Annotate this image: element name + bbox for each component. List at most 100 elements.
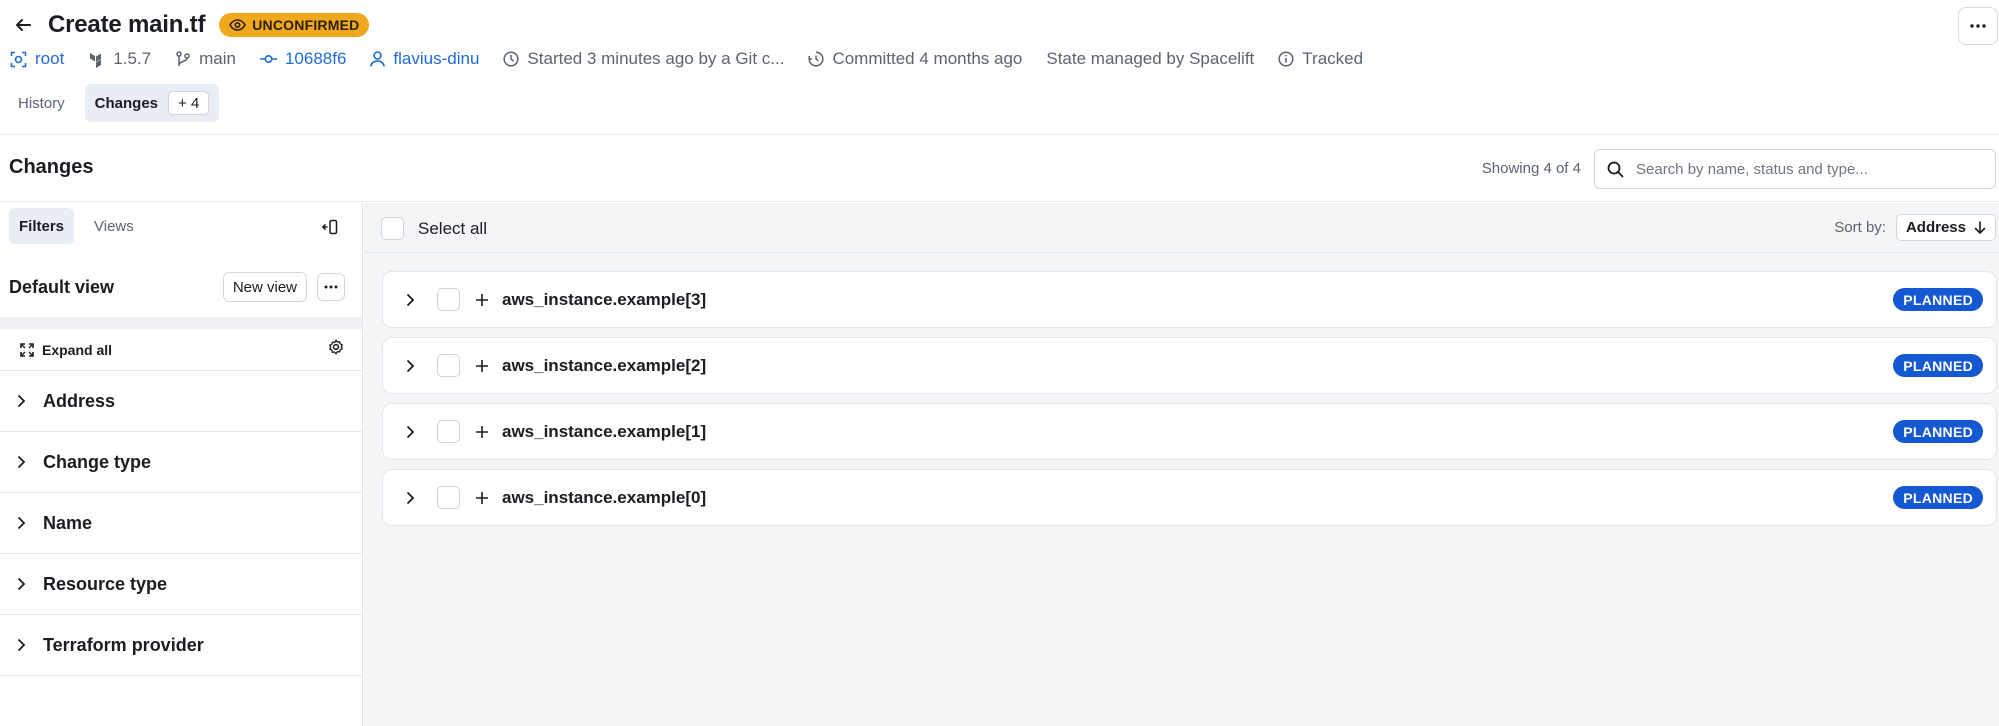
resource-row[interactable]: aws_instance.example[1] PLANNED xyxy=(382,403,1997,460)
status-badge-label: UNCONFIRMED xyxy=(252,17,360,33)
filter-label: Address xyxy=(43,390,116,411)
user-name: flavius-dinu xyxy=(393,49,480,68)
run-tabs: History Changes + 4 xyxy=(8,84,220,122)
chevron-right-icon[interactable] xyxy=(403,293,417,307)
resource-address: aws_instance.example[2] xyxy=(502,355,707,375)
chevron-right-icon xyxy=(17,516,26,530)
resource-row[interactable]: aws_instance.example[2] PLANNED xyxy=(382,337,1997,394)
tab-changes[interactable]: Changes + 4 xyxy=(84,84,220,122)
status-badge: PLANNED xyxy=(1893,420,1983,443)
view-options-button[interactable] xyxy=(317,273,345,301)
stack-name: root xyxy=(35,49,65,68)
more-actions-button[interactable] xyxy=(1958,7,1998,45)
tracked-text: Tracked xyxy=(1302,49,1364,68)
filter-label: Name xyxy=(43,512,93,533)
plus-icon xyxy=(474,424,490,440)
tab-history[interactable]: History xyxy=(8,84,75,122)
sort-value: Address xyxy=(1905,219,1966,236)
resource-address: aws_instance.example[1] xyxy=(502,421,707,441)
resource-rows: aws_instance.example[3] PLANNED aws_inst… xyxy=(382,271,1997,535)
more-icon xyxy=(1970,24,1986,28)
commit-link[interactable]: 10688f6 xyxy=(259,49,347,69)
filter-change-type[interactable]: Change type xyxy=(0,432,362,493)
status-badge: PLANNED xyxy=(1893,354,1983,377)
new-view-button[interactable]: New view xyxy=(222,272,307,302)
expand-all-label: Expand all xyxy=(42,341,113,358)
section-title: Changes xyxy=(9,156,94,178)
info-icon xyxy=(1278,51,1294,67)
search-box[interactable] xyxy=(1594,149,1996,189)
sort-button[interactable]: Address xyxy=(1895,214,1996,241)
resource-row[interactable]: aws_instance.example[0] PLANNED xyxy=(382,469,1997,526)
terraform-version: 1.5.7 xyxy=(88,49,151,69)
chevron-right-icon[interactable] xyxy=(403,359,417,373)
results-count: Showing 4 of 4 xyxy=(1481,160,1581,177)
filter-name[interactable]: Name xyxy=(0,493,362,554)
select-all-label: Select all xyxy=(418,218,487,238)
changes-section-header: Changes Showing 4 of 4 xyxy=(0,136,1999,202)
view-row: Default view New view xyxy=(9,271,345,303)
collapse-sidebar-icon[interactable] xyxy=(320,217,340,237)
state-text: State managed by Spacelift xyxy=(1046,49,1255,68)
tab-changes-label: Changes xyxy=(94,94,159,112)
divider xyxy=(0,317,362,329)
eye-icon xyxy=(229,19,247,31)
tab-views[interactable]: Views xyxy=(84,208,144,244)
arrow-down-icon xyxy=(1974,220,1986,234)
row-checkbox[interactable] xyxy=(437,420,460,443)
chevron-right-icon xyxy=(17,455,26,469)
expand-icon xyxy=(20,342,34,357)
select-all[interactable]: Select all xyxy=(381,217,487,240)
select-all-checkbox[interactable] xyxy=(381,217,404,240)
user-icon xyxy=(370,51,386,67)
filter-address[interactable]: Address xyxy=(0,371,362,432)
title-row: Create main.tf UNCONFIRMED xyxy=(12,10,370,40)
chevron-right-icon xyxy=(17,577,26,591)
history-icon xyxy=(808,51,824,67)
expand-all-row: Expand all xyxy=(0,329,362,371)
chevron-right-icon[interactable] xyxy=(403,425,417,439)
current-view-name: Default view xyxy=(9,276,115,297)
run-meta: root 1.5.7 main 10688f6 flavius-dinu Sta… xyxy=(10,47,1363,71)
user-link[interactable]: flavius-dinu xyxy=(370,49,479,69)
started-text: Started 3 minutes ago by a Git c... xyxy=(527,49,785,68)
row-checkbox[interactable] xyxy=(437,486,460,509)
row-checkbox[interactable] xyxy=(437,354,460,377)
sort-control: Sort by: Address xyxy=(1834,214,1996,241)
settings-gear-icon[interactable] xyxy=(328,339,344,360)
started-info: Started 3 minutes ago by a Git c... xyxy=(503,49,784,69)
resource-row[interactable]: aws_instance.example[3] PLANNED xyxy=(382,271,1997,328)
commit-hash: 10688f6 xyxy=(284,49,347,68)
chevron-right-icon[interactable] xyxy=(403,491,417,505)
committed-info: Committed 4 months ago xyxy=(808,49,1022,69)
status-badge: PLANNED xyxy=(1893,288,1983,311)
version-label: 1.5.7 xyxy=(113,49,152,68)
page-title: Create main.tf xyxy=(48,11,206,38)
expand-all-button[interactable]: Expand all xyxy=(20,342,328,358)
filter-label: Change type xyxy=(43,451,152,472)
resource-address: aws_instance.example[3] xyxy=(502,289,707,309)
branch-icon xyxy=(176,50,190,66)
stack-icon xyxy=(10,51,27,67)
branch: main xyxy=(175,49,236,69)
sidebar-tabs: Filters Views xyxy=(9,208,144,244)
filter-list: Address Change type Name Resource type T… xyxy=(0,371,362,676)
back-arrow-icon[interactable] xyxy=(12,14,34,36)
search-icon xyxy=(1607,161,1624,177)
row-checkbox[interactable] xyxy=(437,288,460,311)
chevron-right-icon xyxy=(17,394,26,408)
search-input[interactable] xyxy=(1636,160,1983,178)
commit-icon xyxy=(259,54,277,64)
filter-resource-type[interactable]: Resource type xyxy=(0,554,362,615)
resource-address: aws_instance.example[0] xyxy=(502,487,707,507)
chevron-right-icon xyxy=(17,638,26,652)
tracked-info: Tracked xyxy=(1278,49,1363,69)
run-header: Create main.tf UNCONFIRMED root 1.5.7 ma… xyxy=(0,0,1999,135)
tab-filters[interactable]: Filters xyxy=(9,208,75,244)
stack-link[interactable]: root xyxy=(10,49,64,69)
committed-text: Committed 4 months ago xyxy=(832,49,1023,68)
terraform-icon xyxy=(90,52,102,68)
state-info: State managed by Spacelift xyxy=(1046,49,1254,69)
sort-label: Sort by: xyxy=(1834,219,1886,236)
filter-terraform-provider[interactable]: Terraform provider xyxy=(0,615,362,676)
